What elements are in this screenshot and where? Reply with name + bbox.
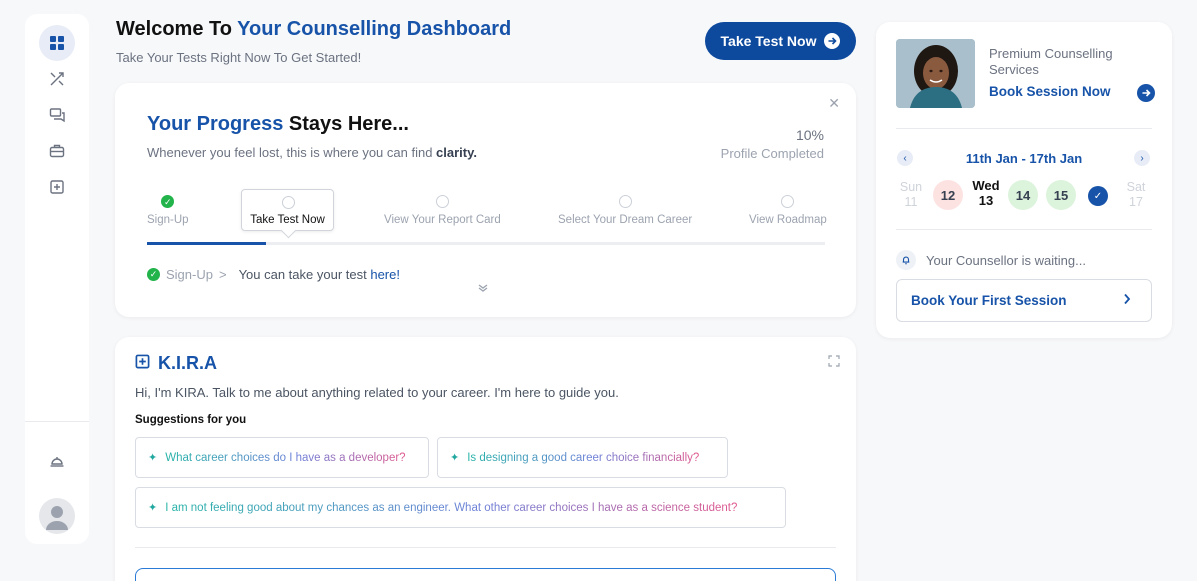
desk-bell-icon[interactable] <box>39 443 75 479</box>
sparkle-icon: ✦ <box>148 452 158 464</box>
book-session-link[interactable]: Book Session Now <box>989 84 1111 99</box>
calendar-day[interactable]: Sun 11 <box>896 180 926 210</box>
step-dot-icon <box>435 195 449 208</box>
add-box-icon <box>135 353 150 374</box>
counselling-panel: Premium Counselling Services Book Sessio… <box>876 22 1172 338</box>
suggestions-label: Suggestions for you <box>135 414 247 426</box>
calendar-day[interactable]: 14 <box>1008 180 1038 210</box>
check-icon: ✓ <box>161 195 175 208</box>
progress-card: ✕ Your Progress Stays Here... Whenever y… <box>115 83 856 317</box>
kira-description: Hi, I'm KIRA. Talk to me about anything … <box>135 385 619 400</box>
sidebar <box>25 14 89 544</box>
progress-title: Your Progress Stays Here... <box>147 113 409 135</box>
promo-label: Premium Counselling Services <box>989 46 1113 77</box>
calendar-day[interactable]: Sat 17 <box>1121 180 1151 210</box>
sparkle-icon: ✦ <box>450 452 460 464</box>
suggestion-chip[interactable]: ✦ What career choices do I have as a dev… <box>135 437 429 478</box>
calendar-day[interactable]: 12 <box>933 180 963 210</box>
kira-card: K.I.R.A Hi, I'm KIRA. Talk to me about a… <box>115 337 856 581</box>
panel-divider <box>896 229 1152 230</box>
take-test-link[interactable]: here! <box>370 267 400 282</box>
avatar[interactable] <box>39 498 75 534</box>
take-test-button[interactable]: Take Test Now <box>705 22 856 60</box>
progress-breadcrumb: ✓ Sign-Up > You can take your test here! <box>147 267 400 282</box>
profile-percent-label: Profile Completed <box>720 146 824 161</box>
expand-icon[interactable] <box>828 355 840 370</box>
step-dream-career[interactable]: Select Your Dream Career <box>558 195 692 226</box>
chevron-down-icon[interactable] <box>478 283 488 295</box>
kira-title: K.I.R.A <box>135 353 217 374</box>
kira-divider <box>135 547 836 548</box>
panel-divider <box>896 128 1152 129</box>
step-dot-icon <box>781 195 795 208</box>
arrow-right-icon[interactable] <box>1137 84 1155 102</box>
dashboard-icon[interactable] <box>39 25 75 61</box>
step-dot-icon <box>282 196 295 209</box>
bell-icon <box>896 250 916 270</box>
close-icon[interactable]: ✕ <box>828 95 840 112</box>
chat-icon[interactable] <box>39 97 75 133</box>
progress-fill <box>147 242 266 245</box>
step-sign-up[interactable]: ✓ Sign-Up <box>147 195 189 226</box>
step-report-card[interactable]: View Your Report Card <box>384 195 501 226</box>
page-subtitle: Take Your Tests Right Now To Get Started… <box>116 50 362 65</box>
check-icon: ✓ <box>147 268 160 281</box>
book-first-session-button[interactable]: Book Your First Session <box>896 279 1152 322</box>
sparkle-icon: ✦ <box>148 502 158 514</box>
suggestion-chip[interactable]: ✦ I am not feeling good about my chances… <box>135 487 786 528</box>
chevron-right-icon[interactable]: › <box>1134 150 1150 166</box>
briefcase-icon[interactable] <box>39 133 75 169</box>
page-title: Welcome To Your Counselling Dashboard <box>116 18 512 40</box>
step-dot-icon <box>618 195 632 208</box>
step-take-test[interactable]: Take Test Now <box>241 189 334 231</box>
counsellor-photo <box>896 39 975 108</box>
verified-badge-icon[interactable]: ✓ <box>1088 186 1108 206</box>
kira-chat-input[interactable] <box>135 568 836 581</box>
progress-track <box>147 242 825 245</box>
profile-percent: 10% <box>795 127 824 143</box>
sidebar-divider <box>25 421 89 422</box>
add-box-icon[interactable] <box>39 169 75 205</box>
step-roadmap[interactable]: View Roadmap <box>749 195 827 226</box>
week-range: 11th Jan - 17th Jan <box>965 151 1083 166</box>
calendar-day-today[interactable]: Wed 13 <box>971 178 1001 208</box>
suggestion-chip[interactable]: ✦ Is designing a good career choice fina… <box>437 437 728 478</box>
progress-subtitle: Whenever you feel lost, this is where yo… <box>147 145 477 160</box>
counsellor-waiting: Your Counsellor is waiting... <box>896 250 1086 270</box>
tools-icon[interactable] <box>39 61 75 97</box>
calendar-day[interactable]: 15 <box>1046 180 1076 210</box>
chevron-right-icon <box>1123 293 1131 308</box>
arrow-right-icon <box>824 33 841 49</box>
